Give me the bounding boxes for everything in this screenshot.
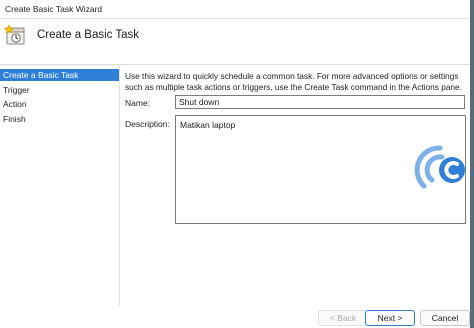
- sidebar-item-create-basic-task[interactable]: Create a Basic Task: [0, 69, 119, 81]
- window-edge: [470, 0, 474, 328]
- name-field[interactable]: Shut down: [175, 95, 465, 109]
- wizard-intro-text: Use this wizard to quickly schedule a co…: [125, 71, 462, 92]
- task-scheduler-icon: [3, 24, 26, 46]
- window-titlebar: Create Basic Task Wizard: [0, 0, 474, 19]
- window-title: Create Basic Task Wizard: [5, 4, 103, 14]
- description-label: Description:: [125, 119, 170, 129]
- wizard-title: Create a Basic Task: [37, 29, 140, 41]
- sidebar-item-trigger[interactable]: Trigger: [0, 84, 119, 96]
- next-button[interactable]: Next >: [365, 310, 415, 326]
- watermark-logo-icon: [410, 140, 470, 195]
- name-label: Name:: [125, 98, 151, 108]
- sidebar-item-finish[interactable]: Finish: [0, 113, 119, 125]
- wizard-header: Create a Basic Task: [0, 19, 474, 65]
- cancel-button[interactable]: Cancel: [420, 310, 470, 326]
- sidebar-item-action[interactable]: Action: [0, 98, 119, 110]
- wizard-steps-sidebar: Create a Basic Task Trigger Action Finis…: [0, 66, 120, 306]
- back-button[interactable]: < Back: [318, 310, 368, 326]
